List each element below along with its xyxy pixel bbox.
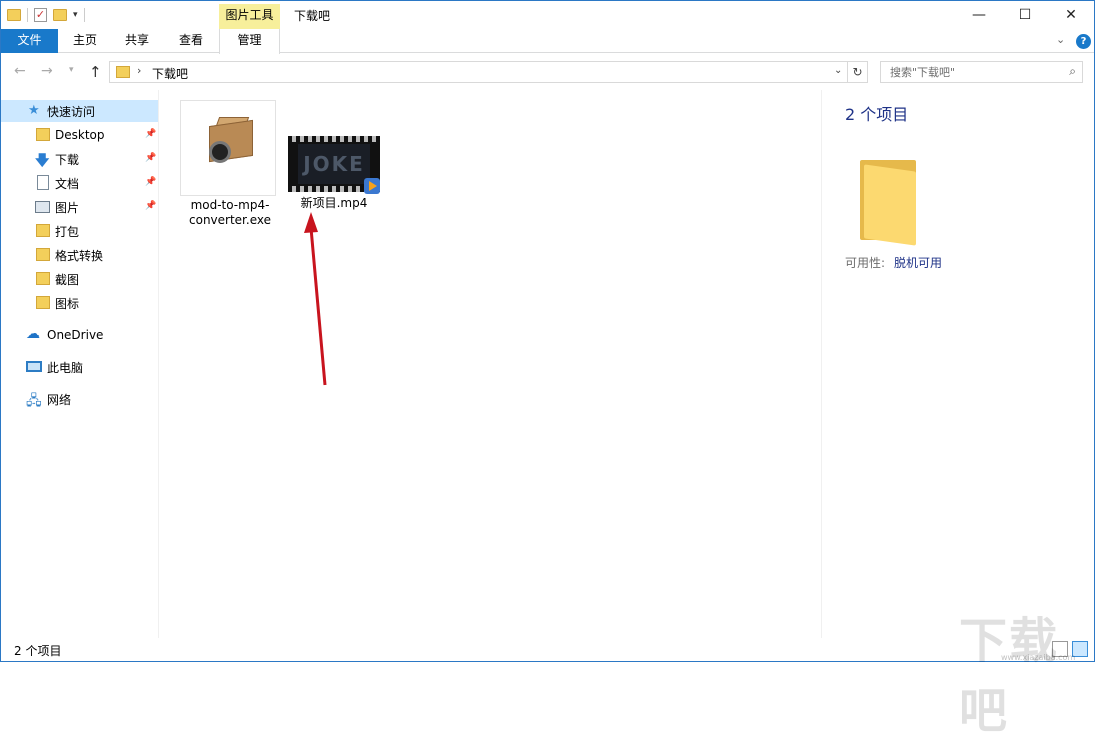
nav-quick-access[interactable]: ★ 快速访问: [1, 100, 158, 122]
pin-icon[interactable]: 📌: [145, 177, 156, 187]
navigation-pane: ★ 快速访问 Desktop 📌 🡇 下载 📌 文档 📌 图片 📌 打包 格式转…: [1, 90, 159, 638]
nav-label: OneDrive: [47, 328, 104, 342]
nav-item-desktop[interactable]: Desktop 📌: [1, 124, 158, 146]
maximize-button[interactable]: ☐: [1002, 1, 1048, 29]
nav-label: 网络: [47, 392, 72, 407]
status-count: 2 个项目: [14, 644, 62, 658]
watermark-logo: 下载吧: [959, 613, 1060, 739]
title-bar: ✓ ▾ 图片工具 下载吧 — ☐ ✕: [1, 1, 1094, 29]
network-icon: 🖧: [26, 393, 42, 409]
help-icon[interactable]: ?: [1076, 34, 1091, 49]
download-icon: 🡇: [35, 153, 50, 169]
folder-icon: [36, 248, 50, 261]
nav-label: 图标: [55, 296, 80, 311]
folder-icon: [36, 296, 50, 309]
folder-icon: [36, 272, 50, 285]
nav-label: 打包: [55, 224, 80, 239]
search-icon[interactable]: ⌕: [1069, 64, 1076, 79]
chevron-down-icon[interactable]: ⌄: [1056, 33, 1065, 46]
nav-item-pictures[interactable]: 图片 📌: [1, 196, 158, 218]
nav-this-pc[interactable]: 此电脑: [1, 356, 158, 378]
item-count: 2 个项目: [845, 105, 909, 124]
nav-item-format-convert[interactable]: 格式转换: [1, 244, 158, 266]
availability-value: 脱机可用: [894, 256, 943, 270]
annotation-arrow-head: [304, 212, 318, 233]
annotation-arrow-shaft: [309, 227, 327, 386]
back-arrow-icon[interactable]: ←: [14, 63, 26, 79]
nav-network[interactable]: 🖧 网络: [1, 388, 158, 410]
nav-item-documents[interactable]: 文档 📌: [1, 172, 158, 194]
document-icon: [37, 175, 49, 190]
pin-icon[interactable]: 📌: [145, 153, 156, 163]
pin-icon[interactable]: 📌: [145, 129, 156, 139]
address-bar[interactable]: › 下载吧 ⌄: [109, 61, 848, 83]
folder-icon: [116, 66, 130, 78]
nav-item-pack[interactable]: 打包: [1, 220, 158, 242]
nav-label: 文档: [55, 176, 80, 191]
nav-onedrive[interactable]: ☁ OneDrive: [1, 324, 158, 346]
recent-locations-icon[interactable]: ▾: [69, 65, 74, 75]
window-title: 下载吧: [294, 9, 331, 23]
folder-icon: [860, 160, 916, 246]
status-bar: 2 个项目: [1, 638, 1094, 661]
file-list: mod-to-mp4-converter.exe JOKE 新项目.mp4: [160, 90, 820, 638]
nav-item-downloads[interactable]: 🡇 下载 📌: [1, 148, 158, 170]
breadcrumb-current[interactable]: 下载吧: [152, 65, 188, 82]
pin-icon[interactable]: 📌: [145, 201, 156, 211]
folder-front-shape: [864, 164, 916, 246]
star-icon: ★: [28, 103, 40, 118]
close-button[interactable]: ✕: [1048, 1, 1094, 29]
tab-share[interactable]: 共享: [119, 29, 155, 53]
watermark-url: www.xiazaiba.com: [1001, 653, 1076, 662]
minimize-button[interactable]: —: [956, 1, 1002, 29]
tab-home[interactable]: 主页: [67, 29, 103, 53]
properties-icon[interactable]: ✓: [34, 8, 47, 22]
chevron-down-icon[interactable]: ⌄: [834, 65, 842, 76]
nav-item-screenshots[interactable]: 截图: [1, 268, 158, 290]
nav-label: Desktop: [55, 128, 105, 142]
nav-label: 快速访问: [47, 104, 96, 119]
nav-label: 图片: [55, 200, 80, 215]
nav-label: 下载: [55, 152, 80, 167]
refresh-button[interactable]: ↻: [848, 61, 868, 83]
search-box[interactable]: ⌕: [880, 61, 1083, 83]
search-input[interactable]: [881, 62, 1061, 82]
availability-label: 可用性:: [845, 256, 886, 270]
nav-label: 格式转换: [55, 248, 104, 263]
cloud-icon: ☁: [26, 326, 40, 342]
customize-toolbar-icon[interactable]: ▾: [73, 10, 78, 20]
annotation-arrow: [304, 212, 327, 386]
new-folder-icon[interactable]: [53, 9, 67, 21]
quick-access-toolbar: ✓ ▾: [7, 5, 85, 25]
up-arrow-icon[interactable]: ↑: [89, 63, 102, 81]
breadcrumb-separator[interactable]: ›: [137, 64, 141, 77]
toolbar-divider: [83, 8, 85, 22]
picture-icon: [35, 201, 50, 213]
nav-label: 此电脑: [47, 360, 84, 375]
toolbar-divider: [27, 8, 28, 22]
tab-manage[interactable]: 管理: [219, 29, 280, 54]
ribbon-tabs: 文件 主页 共享 查看 管理 ⌄ ?: [1, 29, 1094, 54]
computer-icon: [26, 361, 42, 372]
nav-label: 截图: [55, 272, 80, 287]
folder-icon: [36, 224, 50, 237]
forward-arrow-icon[interactable]: →: [41, 63, 53, 79]
explorer-window: ✓ ▾ 图片工具 下载吧 — ☐ ✕ 文件 主页 共享 查看 管理 ⌄ ? ← …: [0, 0, 1095, 739]
tab-view[interactable]: 查看: [173, 29, 209, 53]
nav-item-icons[interactable]: 图标: [1, 292, 158, 314]
details-pane: 2 个项目 可用性: 脱机可用: [821, 90, 1094, 638]
folder-icon[interactable]: [7, 9, 21, 21]
folder-icon: [36, 128, 50, 141]
context-tab-group-label: 图片工具: [219, 4, 280, 29]
address-row: ← → ▾ ↑ › 下载吧 ⌄ ↻ ⌕: [1, 54, 1094, 90]
tab-file[interactable]: 文件: [1, 29, 58, 53]
